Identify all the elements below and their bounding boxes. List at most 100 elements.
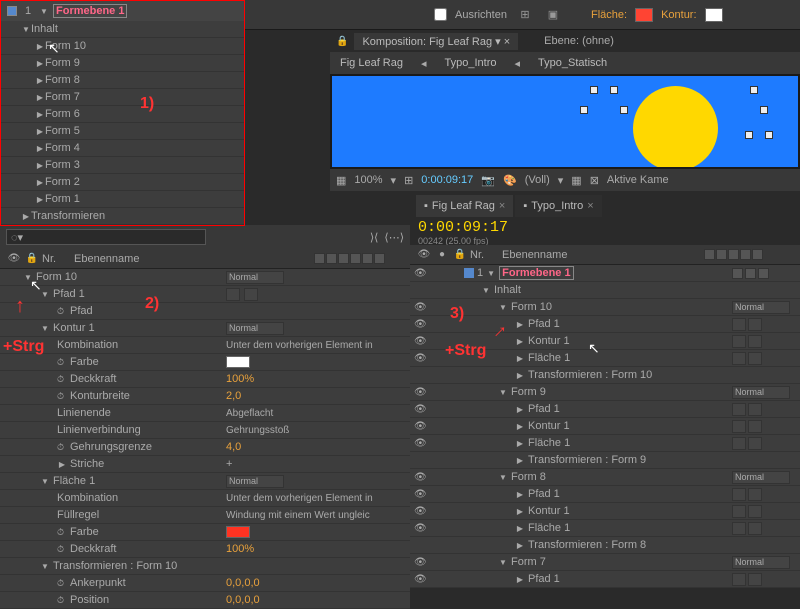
eye-icon[interactable]: 👁 [414,404,426,415]
property-row[interactable]: ⏱ Ankerpunkt 0,0,0,0 [0,575,410,592]
property-row[interactable]: ⏱ Gehrungsgrenze 4,0 [0,439,410,456]
twirl-icon[interactable]: ▼ [481,286,491,295]
form-row[interactable]: ▶ Form 6 [1,106,244,123]
twirl-icon[interactable]: ▶ [35,93,45,102]
property-row[interactable]: ▼ Form 10 Normal [0,269,410,286]
twirl-icon[interactable]: ▶ [35,161,45,170]
twirl-icon[interactable]: ▼ [21,25,31,34]
layer-row[interactable]: 👁 1▼ Formebene 1 [410,265,800,282]
twirl-icon[interactable]: ▶ [515,541,525,550]
graph-icon[interactable]: ⟨⋯⟩ [384,231,404,244]
eye-icon[interactable]: 👁 [414,438,426,449]
stopwatch-icon[interactable]: ⏱ [57,306,67,316]
blend-mode[interactable]: Normal [732,556,790,569]
twirl-icon[interactable]: ▶ [515,354,525,363]
property-row[interactable]: ⏱ Farbe [0,354,410,371]
property-row[interactable]: 👁 ▼ Form 10 Normal [410,299,800,316]
close-icon[interactable]: × [499,200,505,212]
form-row[interactable]: ▶ Form 3 [1,157,244,174]
twirl-icon[interactable]: ▼ [39,7,49,16]
path-icon[interactable] [226,288,240,301]
twirl-icon[interactable]: ▶ [35,59,45,68]
eye-icon[interactable]: 👁 [414,319,426,330]
blend-mode[interactable]: Normal [226,475,284,488]
twirl-icon[interactable]: ▶ [515,490,525,499]
form-row[interactable]: ▶ Form 10 [1,38,244,55]
twirl-icon[interactable]: ▼ [498,473,508,482]
twirl-icon[interactable]: ▶ [515,337,525,346]
blend-mode[interactable]: Normal [732,301,790,314]
layer-name[interactable]: Formebene 1 [53,4,127,18]
timeline-tab[interactable]: ▪ Typo_Intro × [515,195,601,217]
property-row[interactable]: 👁 ▶ Fläche 1 [410,520,800,537]
property-row[interactable]: ▶ Transformieren : Form 10 [410,367,800,384]
eye-icon[interactable]: 👁 [414,574,426,585]
zoom-value[interactable]: 100% [354,174,382,186]
twirl-icon[interactable]: ▶ [35,127,45,136]
form-row[interactable]: ▶ Form 2 [1,174,244,191]
lock-icon[interactable]: 🔒 [336,36,348,47]
twirl-icon[interactable]: ▼ [498,558,508,567]
twirl-icon[interactable]: ▶ [35,110,45,119]
graph-icon[interactable]: ⟩⟨ [370,231,379,244]
twirl-icon[interactable]: ▶ [515,371,525,380]
eye-icon[interactable]: 👁 [414,523,426,534]
property-row[interactable]: ▼ Fläche 1 Normal [0,473,410,490]
twirl-icon[interactable]: ▶ [57,460,67,469]
property-row[interactable]: ⏱ Deckkraft 100% [0,371,410,388]
stopwatch-icon[interactable]: ⏱ [57,595,67,605]
composition-viewport[interactable] [330,74,800,169]
view-icon[interactable]: ⊠ [590,174,599,187]
eye-icon[interactable]: 👁 [414,302,426,313]
grid-icon[interactable]: ▦ [336,174,346,187]
property-row[interactable]: ▶ Transformieren : Form 9 [410,452,800,469]
twirl-icon[interactable]: ▼ [40,562,50,571]
stopwatch-icon[interactable]: ⏱ [57,442,67,452]
property-row[interactable]: 👁 ▶ Pfad 1 [410,571,800,588]
blend-mode[interactable]: Normal [226,271,284,284]
snap-icon[interactable]: ⊞ [515,5,535,25]
property-row[interactable]: 👁 ▼ Form 7 Normal [410,554,800,571]
stopwatch-icon[interactable]: ⏱ [57,391,67,401]
stopwatch-icon[interactable]: ⏱ [57,374,67,384]
property-row[interactable]: ▼ Pfad 1 [0,286,410,303]
form-row[interactable]: ▶ Form 7 [1,89,244,106]
stopwatch-icon[interactable]: ⏱ [57,357,67,367]
name-header[interactable]: Ebenenname [502,249,702,261]
property-row[interactable]: ▶ Transformieren : Form 8 [410,537,800,554]
form-row[interactable]: ▶ Form 8 [1,72,244,89]
property-row[interactable]: ▼ Kontur 1 Normal [0,320,410,337]
close-icon[interactable]: × [587,200,593,212]
property-row[interactable]: ▼ Inhalt [410,282,800,299]
eye-icon[interactable]: 👁 [414,387,426,398]
stopwatch-icon[interactable]: ⏱ [57,544,67,554]
breadcrumb-item[interactable]: Typo_Intro [445,57,497,69]
fill-color-swatch[interactable] [635,8,653,22]
inhalt-row[interactable]: ▼ Inhalt [1,21,244,38]
property-row[interactable]: Linienende Abgeflacht [0,405,410,422]
breadcrumb-item[interactable]: Fig Leaf Rag [340,57,403,69]
transformieren-row[interactable]: ▶ Transformieren [1,208,244,225]
property-row[interactable]: 👁 ▶ Kontur 1 [410,418,800,435]
form-row[interactable]: ▶ Form 4 [1,140,244,157]
view-icon[interactable]: ▦ [571,174,581,187]
twirl-icon[interactable]: ▶ [515,575,525,584]
eye-icon[interactable]: 👁 [414,353,426,364]
property-row[interactable]: Kombination Unter dem vorherigen Element… [0,337,410,354]
eye-header-icon[interactable]: 👁 [6,253,22,264]
nr-header[interactable]: Nr. [42,253,72,265]
eye-icon[interactable]: 👁 [414,472,426,483]
timecode-display[interactable]: 0:00:09:17 00242 (25.00 fps) [410,217,610,245]
property-row[interactable]: 👁 ▼ Form 8 Normal [410,469,800,486]
twirl-icon[interactable]: ▶ [515,456,525,465]
eye-header-icon[interactable]: 👁 [416,249,432,260]
snap-icon[interactable]: ▣ [543,5,563,25]
resolution[interactable]: (Voll) [525,174,550,186]
form-row[interactable]: ▶ Form 9 [1,55,244,72]
twirl-icon[interactable]: ▶ [35,195,45,204]
twirl-icon[interactable]: ▼ [40,477,50,486]
twirl-icon[interactable]: ▼ [40,324,50,333]
property-row[interactable]: 👁 ▶ Pfad 1 [410,316,800,333]
property-row[interactable]: ⏱ Konturbreite 2,0 [0,388,410,405]
color-swatch[interactable] [226,356,250,368]
